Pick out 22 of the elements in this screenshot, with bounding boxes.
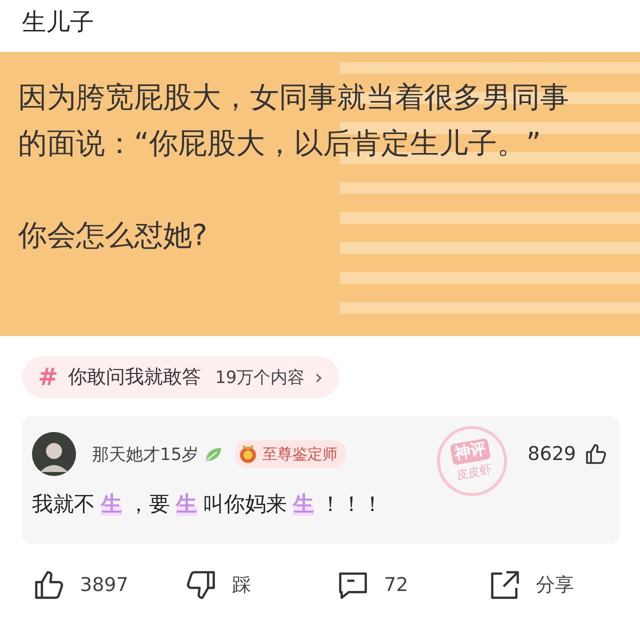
chevron-icon: › (314, 365, 323, 389)
post-title: 生儿子 (21, 7, 95, 38)
share-label: 分享 (536, 573, 574, 598)
like-label: 3897 (80, 574, 128, 596)
username[interactable]: 那天她才15岁 (92, 442, 199, 466)
topic-chip[interactable]: # 你敢问我就敢答 19万个内容 › (22, 356, 339, 398)
dislike-label: 踩 (232, 573, 251, 598)
avatar[interactable] (32, 432, 76, 476)
like-count: 8629 (528, 443, 576, 465)
comment-text: 我就不 生 ，要 生 叫你妈来 生 ！！！ (32, 491, 384, 518)
share-icon[interactable] (488, 568, 522, 602)
topic-count: 19万个内容 (215, 366, 305, 388)
thumbs-up-icon[interactable] (584, 442, 608, 466)
image-text: 的面说：“你屁股大，以后肯定生儿子。” (18, 125, 542, 162)
thumbs-up-icon[interactable] (32, 568, 66, 602)
image-text: 因为胯宽屁股大，女同事就当着很多男同事 (18, 79, 570, 116)
thumbs-down-icon[interactable] (184, 568, 218, 602)
user-badge: 至尊鉴定师 (234, 440, 346, 468)
image-question: 你会怎么怼她? (18, 217, 208, 254)
topic-name: 你敢问我就敢答 (68, 365, 202, 390)
hash-icon: # (38, 363, 58, 391)
comment-label: 72 (384, 574, 408, 596)
